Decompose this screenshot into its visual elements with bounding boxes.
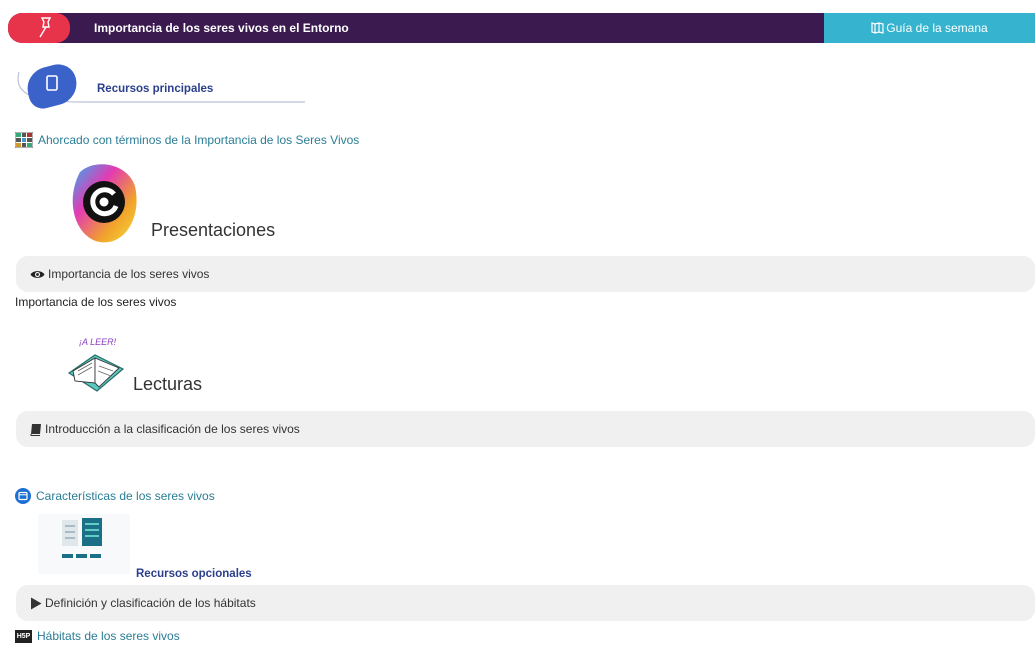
hangman-link[interactable]: Ahorcado con términos de la Importancia … <box>38 133 359 147</box>
characteristics-link[interactable]: Características de los seres vivos <box>36 489 215 503</box>
main-resources-title: Recursos principales <box>97 83 214 95</box>
hangman-activity[interactable]: Ahorcado con términos de la Importancia … <box>15 132 359 148</box>
presentation-bar[interactable]: Importancia de los seres vivos <box>16 256 1035 292</box>
presentation-description: Importancia de los seres vivos <box>15 295 177 309</box>
characteristics-page[interactable]: Características de los seres vivos <box>15 488 215 504</box>
weekly-guide-label: Guía de la semana <box>886 21 988 35</box>
pin-badge <box>8 13 70 43</box>
pin-icon <box>39 17 52 38</box>
map-icon <box>871 22 884 34</box>
habitats-activity[interactable]: H5P Hábitats de los seres vivos <box>15 629 180 643</box>
play-icon <box>31 597 42 609</box>
h5p-icon: H5P <box>15 629 32 643</box>
presentation-bar-label: Importancia de los seres vivos <box>48 267 210 281</box>
reading-badge-text: ¡A LEER! <box>79 337 117 347</box>
habitats-bar-label: Definición y clasificación de los hábita… <box>45 596 256 610</box>
page-icon <box>15 488 31 504</box>
weekly-guide-button[interactable]: Guía de la semana <box>824 13 1035 43</box>
habitats-bar[interactable]: Definición y clasificación de los hábita… <box>16 585 1035 621</box>
reading-book-icon: ¡A LEER! <box>67 337 125 392</box>
reading-bar-label: Introducción a la clasificación de los s… <box>45 422 300 436</box>
genially-logo-icon <box>72 164 137 243</box>
course-title: Importancia de los seres vivos en el Ent… <box>94 21 349 35</box>
hangman-icon <box>15 132 33 148</box>
readings-title: Lecturas <box>133 374 203 394</box>
book-icon <box>46 75 58 91</box>
eye-icon <box>30 270 45 278</box>
book-icon <box>30 423 41 436</box>
presentations-title: Presentaciones <box>151 220 276 240</box>
course-header-bar: Importancia de los seres vivos en el Ent… <box>8 13 1035 43</box>
optional-resources-title: Recursos opcionales <box>136 568 252 580</box>
reading-bar[interactable]: Introducción a la clasificación de los s… <box>16 411 1035 447</box>
habitats-link[interactable]: Hábitats de los seres vivos <box>37 629 180 643</box>
optional-resources-icon <box>38 514 130 574</box>
